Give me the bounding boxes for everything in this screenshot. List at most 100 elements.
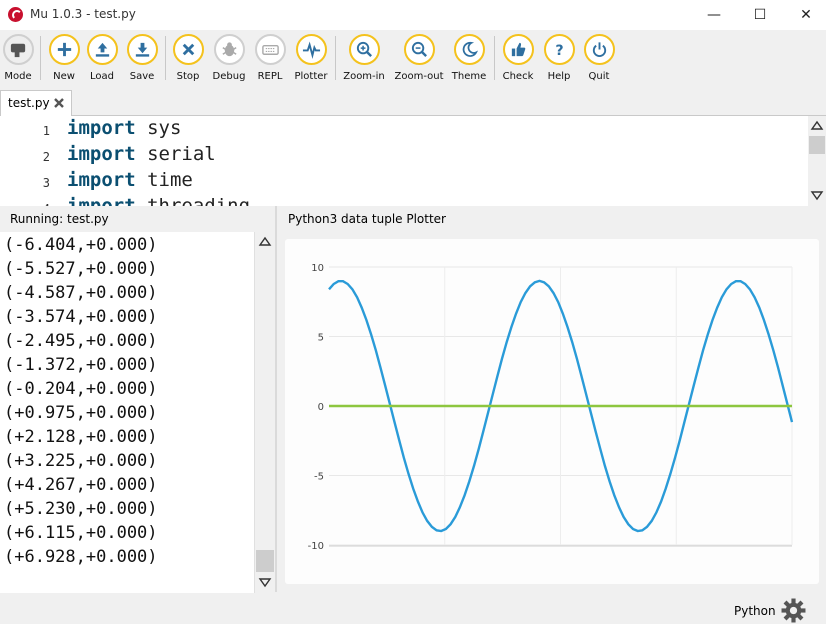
output-line: (+3.225,+0.000) [4,451,158,471]
mode-icon [3,34,34,65]
zoom-out-icon [404,34,435,65]
code-editor[interactable]: 1 import sys 2 import serial 3 import ti… [0,116,808,206]
plus-icon [49,34,80,65]
close-window-button[interactable]: ✕ [783,0,826,30]
debug-label: Debug [212,71,246,82]
code-text: time [135,169,193,191]
tab-test-py[interactable]: test.py [0,90,72,116]
debug-button[interactable]: Debug [211,34,247,86]
new-button[interactable]: New [46,34,82,86]
close-x-icon [173,34,204,65]
y-tick-label: -10 [308,541,324,552]
output-line: (-6.404,+0.000) [4,235,158,255]
current-mode-label: Python [734,604,776,618]
y-tick-label: 5 [318,333,324,344]
download-icon [127,34,158,65]
output-line: (-1.372,+0.000) [4,355,158,375]
save-button[interactable]: Save [124,34,160,86]
stop-button[interactable]: Stop [170,34,206,86]
zoom-in-label: Zoom-in [343,71,385,82]
code-text: threading [135,195,251,206]
help-label: Help [547,71,571,82]
save-label: Save [129,71,155,82]
repl-label: REPL [257,71,283,82]
scroll-down-arrow-icon[interactable] [258,575,272,589]
zoom-out-button[interactable]: Zoom-out [393,34,445,86]
output-line: (+6.928,+0.000) [4,547,158,567]
gear-icon[interactable] [781,598,806,623]
zoom-out-label: Zoom-out [394,71,444,82]
output-scroll-thumb[interactable] [256,550,274,572]
tab-bar: test.py [0,88,826,116]
plotter-button[interactable]: Plotter [293,34,329,86]
scroll-up-arrow-icon[interactable] [258,235,272,249]
bug-icon [214,34,245,65]
code-text: serial [135,143,216,165]
y-tick-label: -5 [314,472,324,483]
code-line[interactable]: import sys [67,117,181,139]
code-keyword: import [67,117,136,139]
run-pane-title: Running: test.py [10,212,109,226]
stop-label: Stop [176,71,200,82]
y-tick-label: 10 [311,263,324,274]
toolbar: Mode New Load Save Stop Debug REPL Plott… [0,30,826,86]
scroll-up-arrow-icon[interactable] [810,119,824,133]
output-line: (-3.574,+0.000) [4,307,158,327]
program-output[interactable]: (-6.404,+0.000) (-5.527,+0.000) (-4.587,… [0,232,254,593]
code-line[interactable]: import serial [67,143,216,165]
output-line: (+5.230,+0.000) [4,499,158,519]
output-line: (+0.975,+0.000) [4,403,158,423]
output-line: (-4.587,+0.000) [4,283,158,303]
code-keyword: import [67,195,136,206]
output-scrollbar[interactable] [254,232,275,593]
status-bar: Python [0,596,826,624]
editor-scroll-thumb[interactable] [809,136,825,154]
line-number: 2 [42,150,50,164]
mu-logo-icon [8,7,23,22]
moon-icon [454,34,485,65]
scroll-down-arrow-icon[interactable] [810,188,824,202]
zoom-in-button[interactable]: Zoom-in [341,34,387,86]
mode-label: Mode [4,71,32,82]
plotter-pane-title: Python3 data tuple Plotter [288,212,446,226]
plotter-label: Plotter [294,71,328,82]
output-line: (-5.527,+0.000) [4,259,158,279]
theme-button[interactable]: Theme [450,34,488,86]
code-line[interactable]: import time [67,169,193,191]
check-button[interactable]: Check [500,34,536,86]
power-icon [584,34,615,65]
code-line[interactable]: import threading [67,195,250,206]
repl-button[interactable]: REPL [252,34,288,86]
theme-label: Theme [451,71,487,82]
output-line: (+4.267,+0.000) [4,475,158,495]
maximize-button[interactable]: ☐ [737,0,783,30]
quit-button[interactable]: Quit [581,34,617,86]
help-button[interactable]: ? Help [541,34,577,86]
pane-splitter[interactable] [275,206,277,592]
window-title: Mu 1.0.3 - test.py [30,7,136,21]
output-line: (+2.128,+0.000) [4,427,158,447]
chart-svg: 10 5 0 -5 -10 [308,263,794,552]
upload-icon [87,34,118,65]
load-button[interactable]: Load [84,34,120,86]
line-number: 1 [42,124,50,138]
check-label: Check [502,71,534,82]
tab-close-icon[interactable] [53,97,65,109]
thumbs-up-icon [503,34,534,65]
output-line: (-2.495,+0.000) [4,331,158,351]
editor-scrollbar[interactable] [808,116,826,206]
plotter-pane-header: Python3 data tuple Plotter [276,206,826,231]
svg-text:?: ? [555,43,563,59]
minimize-button[interactable]: — [691,0,737,30]
question-icon: ? [544,34,575,65]
output-line: (-0.204,+0.000) [4,379,158,399]
zoom-in-icon [349,34,380,65]
mode-button[interactable]: Mode [0,34,36,86]
tab-label: test.py [8,96,50,110]
run-pane-header: Running: test.py [0,206,276,231]
code-keyword: import [67,143,136,165]
output-line: (+6.115,+0.000) [4,523,158,543]
line-number: 3 [42,176,50,190]
y-tick-label: 0 [318,402,324,413]
code-keyword: import [67,169,136,191]
